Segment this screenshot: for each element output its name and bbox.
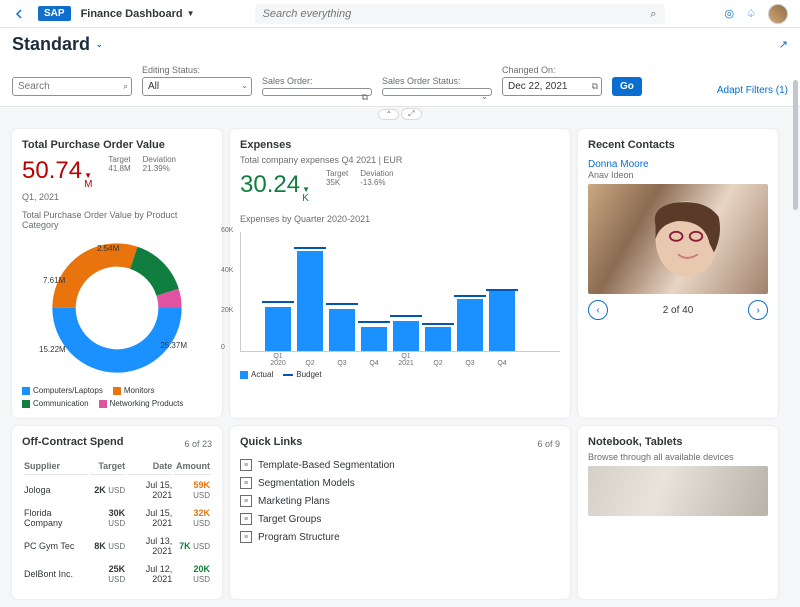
app-title-dropdown[interactable]: Finance Dashboard ▼ — [81, 8, 195, 20]
quick-link-item[interactable]: ≡Template-Based Segmentation — [240, 456, 560, 474]
prev-contact-button[interactable]: ‹ — [588, 300, 608, 320]
table-row[interactable]: DelBont Inc.25K USDJul 12, 202120K USD — [24, 561, 210, 587]
contact-name-link[interactable]: Donna Moore — [588, 159, 768, 170]
card-subtitle: Total company expenses Q4 2021 | EUR — [240, 155, 560, 165]
table-row[interactable]: Jologa2K USDJul 15, 202159K USD — [24, 477, 210, 503]
table-row[interactable]: Florida Company30K USDJul 15, 202132K US… — [24, 505, 210, 531]
share-icon[interactable]: ↗ — [779, 38, 788, 51]
editing-status-select[interactable]: All — [142, 77, 252, 96]
card-pager: 6 of 9 — [537, 439, 560, 449]
expenses-card: Expenses Total company expenses Q4 2021 … — [230, 129, 570, 418]
search-icon: ⌕ — [650, 8, 656, 21]
next-contact-button[interactable]: › — [748, 300, 768, 320]
collapse-toggle[interactable]: ⌃ — [378, 109, 399, 120]
filter-label: Sales Order: — [262, 76, 372, 86]
quick-link-item[interactable]: ≡Marketing Plans — [240, 492, 560, 510]
notification-icon[interactable]: ♤ — [746, 7, 756, 20]
value-help-icon[interactable]: ⧉ — [592, 81, 598, 92]
recent-contacts-card: Recent Contacts Donna Moore Anav Ideon ‹… — [578, 129, 778, 418]
kpi-value: 30.24 — [240, 171, 300, 199]
kpi-unit: ▼M — [84, 172, 92, 190]
quick-link-item[interactable]: ≡Program Structure — [240, 528, 560, 546]
quick-link-item[interactable]: ≡Segmentation Models — [240, 474, 560, 492]
pin-toggle[interactable]: ⤢ — [401, 108, 421, 120]
spend-table: SupplierTargetDateAmount Jologa2K USDJul… — [22, 456, 212, 589]
chart-subtitle: Expenses by Quarter 2020-2021 — [240, 214, 560, 224]
card-title: Recent Contacts — [588, 139, 768, 151]
value-help-icon[interactable]: ⧉ — [362, 92, 368, 103]
filter-label: Sales Order Status: — [382, 76, 492, 86]
list-icon: ≡ — [240, 459, 252, 471]
card-title: Off-Contract Spend — [22, 436, 123, 448]
table-row[interactable]: PC Gym Tec8K USDJul 13, 20217K USD — [24, 533, 210, 559]
app-title-text: Finance Dashboard — [81, 8, 183, 20]
off-contract-spend-card: Off-Contract Spend 6 of 23 SupplierTarge… — [12, 426, 222, 599]
card-subtitle: Browse through all available devices — [588, 452, 768, 462]
scrollbar[interactable] — [793, 80, 798, 210]
card-title: Expenses — [240, 139, 560, 151]
purchase-order-card: Total Purchase Order Value 50.74 ▼M Targ… — [12, 129, 222, 418]
page-title-dropdown[interactable]: Standard ⌄ — [12, 34, 103, 55]
sap-logo: SAP — [38, 6, 71, 21]
list-icon: ≡ — [240, 531, 252, 543]
sales-order-input[interactable] — [262, 88, 372, 96]
chart-subtitle: Total Purchase Order Value by Product Ca… — [22, 210, 212, 230]
bar-chart: 020K40K60K Q12020 Q2 Q3 Q4 Q12021 Q2 Q3 … — [240, 232, 560, 352]
back-button[interactable] — [12, 6, 28, 22]
user-avatar[interactable] — [768, 4, 788, 24]
notebook-image — [588, 466, 768, 516]
list-icon: ≡ — [240, 495, 252, 507]
kpi-period: Q1, 2021 — [22, 192, 212, 202]
card-pager: 6 of 23 — [184, 439, 212, 449]
chevron-down-icon: ⌄ — [96, 40, 103, 49]
filter-label: Changed On: — [502, 65, 602, 75]
changed-on-input[interactable]: Dec 22, 2021 — [502, 77, 602, 96]
card-title: Total Purchase Order Value — [22, 139, 212, 151]
global-search-input[interactable] — [255, 4, 665, 24]
notebook-tablets-card[interactable]: Notebook, Tablets Browse through all ava… — [578, 426, 778, 599]
card-title: Quick Links — [240, 436, 302, 448]
quick-link-item[interactable]: ≡Target Groups — [240, 510, 560, 528]
go-button[interactable]: Go — [612, 77, 642, 96]
sales-status-select[interactable] — [382, 88, 492, 96]
quick-links-card: Quick Links 6 of 9 ≡Template-Based Segme… — [230, 426, 570, 599]
donut-chart: 2.54M 7.61M 15.22M 25.37M — [47, 238, 187, 378]
chart-legend: Actual Budget — [240, 370, 560, 379]
kpi-value: 50.74 — [22, 157, 82, 185]
page-title-text: Standard — [12, 34, 90, 55]
card-title: Notebook, Tablets — [588, 436, 768, 448]
target-icon[interactable]: ◎ — [725, 7, 735, 20]
contact-company: Anav Ideon — [588, 170, 768, 180]
chevron-down-icon: ▼ — [187, 9, 195, 18]
search-input[interactable] — [12, 77, 132, 96]
search-icon: ⌕ — [123, 81, 128, 92]
filter-label: Editing Status: — [142, 65, 252, 75]
adapt-filters-link[interactable]: Adapt Filters (1) — [717, 85, 788, 96]
list-icon: ≡ — [240, 477, 252, 489]
contact-photo — [588, 184, 768, 294]
kpi-unit: ▼K — [302, 186, 310, 204]
chart-legend: Computers/Laptops Monitors Communication… — [22, 386, 212, 408]
contact-pager: 2 of 40 — [663, 305, 694, 316]
list-icon: ≡ — [240, 513, 252, 525]
